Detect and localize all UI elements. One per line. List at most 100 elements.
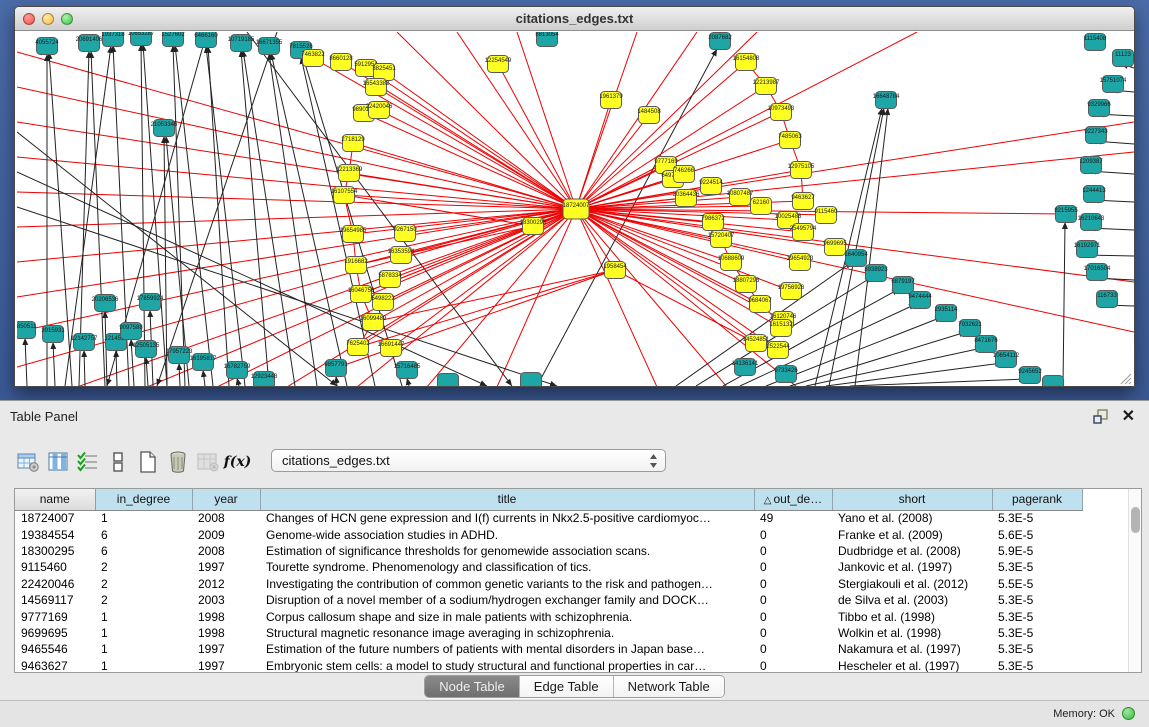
graph-node[interactable]: 7625402 bbox=[346, 339, 370, 356]
graph-node[interactable]: 15716485 bbox=[394, 362, 421, 379]
graph-node[interactable]: 16543382 bbox=[363, 79, 390, 96]
tab-node-table[interactable]: Node Table bbox=[425, 676, 520, 697]
graph-node[interactable]: 12975105 bbox=[788, 162, 815, 179]
network-canvas[interactable]: 4055724 20691406193731810653287 1527602 646… bbox=[17, 32, 1134, 387]
graph-node[interactable]: 10719185 bbox=[228, 35, 255, 52]
graph-node[interactable]: 9463627 bbox=[791, 193, 815, 210]
show-columns-icon[interactable] bbox=[44, 449, 71, 476]
graph-node[interactable]: 8938923 bbox=[864, 265, 888, 282]
graph-node[interactable]: 18300295 bbox=[520, 218, 547, 235]
graph-node[interactable]: 1958454 bbox=[603, 262, 627, 279]
graph-node[interactable] bbox=[438, 374, 459, 388]
graph-node[interactable]: 2087682 bbox=[708, 33, 732, 50]
table-settings-icon[interactable] bbox=[14, 449, 41, 476]
table-row[interactable]: 969969511998Structural magnetic resonanc… bbox=[15, 625, 1082, 641]
new-file-icon[interactable] bbox=[134, 449, 161, 476]
column-header-short[interactable]: short bbox=[832, 489, 992, 510]
column-header-pagerank[interactable]: pagerank bbox=[992, 489, 1082, 510]
graph-node[interactable]: 7463822 bbox=[301, 50, 325, 67]
column-header-name[interactable]: name bbox=[15, 489, 95, 510]
graph-node[interactable]: 1916682 bbox=[344, 257, 368, 274]
graph-node[interactable]: 20364436 bbox=[673, 190, 700, 207]
graph-node[interactable]: 18724007 bbox=[563, 199, 590, 219]
graph-node[interactable]: 8215955 bbox=[1054, 206, 1078, 223]
graph-node[interactable]: 1961379 bbox=[599, 92, 623, 109]
graph-node[interactable]: 5878334 bbox=[378, 271, 402, 288]
graph-node[interactable]: 9684067 bbox=[748, 296, 772, 313]
graph-node[interactable]: 16691447 bbox=[378, 340, 405, 357]
graph-node[interactable]: 17016504 bbox=[1084, 264, 1111, 281]
graph-node[interactable]: 12505135 bbox=[133, 341, 160, 358]
tab-edge-table[interactable]: Edge Table bbox=[520, 676, 614, 697]
graph-node[interactable]: 1209387 bbox=[1079, 157, 1103, 174]
column-header-title[interactable]: title bbox=[260, 489, 754, 510]
graph-node[interactable]: 10973493 bbox=[768, 104, 795, 121]
graph-node[interactable]: 16671355 bbox=[256, 38, 283, 55]
graph-node[interactable]: 9115460 bbox=[815, 207, 839, 224]
graph-node[interactable]: 62160 bbox=[751, 198, 772, 215]
graph-node[interactable]: 12213369 bbox=[336, 165, 363, 182]
graph-node[interactable]: 16648784 bbox=[873, 92, 900, 109]
close-panel-icon[interactable]: ✕ bbox=[1122, 406, 1135, 426]
graph-node[interactable]: 7485063 bbox=[778, 132, 802, 149]
graph-node[interactable]: 15720407 bbox=[708, 231, 735, 248]
delete-icon[interactable] bbox=[164, 449, 191, 476]
graph-node[interactable]: 19654923 bbox=[787, 254, 814, 271]
graph-node[interactable]: 15751074 bbox=[1100, 76, 1127, 93]
graph-node[interactable]: 1640954 bbox=[844, 250, 868, 267]
graph-node[interactable]: 16195817 bbox=[190, 354, 217, 371]
graph-node[interactable]: 2935114 bbox=[935, 305, 959, 322]
rows-icon[interactable] bbox=[104, 449, 131, 476]
graph-node[interactable]: 12142757 bbox=[71, 334, 98, 351]
window-titlebar[interactable]: citations_edges.txt bbox=[15, 7, 1134, 31]
function-builder-icon[interactable]: f(x) bbox=[224, 449, 251, 476]
graph-node[interactable]: 16210643 bbox=[1078, 214, 1105, 231]
graph-node[interactable]: 1937318 bbox=[101, 32, 125, 47]
graph-node[interactable]: 9224514 bbox=[699, 178, 723, 195]
graph-node[interactable]: 19756928 bbox=[778, 283, 805, 300]
graph-node[interactable]: 12254549 bbox=[485, 56, 512, 73]
graph-node[interactable]: 10653287 bbox=[128, 32, 155, 46]
column-checklist-icon[interactable] bbox=[74, 449, 101, 476]
graph-node[interactable]: 9097588 bbox=[119, 323, 143, 340]
graph-node[interactable]: 9474444 bbox=[908, 292, 932, 309]
graph-node[interactable]: 10807487 bbox=[727, 189, 754, 206]
table-row[interactable]: 946554611997Estimation of the future num… bbox=[15, 641, 1082, 657]
graph-node[interactable]: 3915931 bbox=[41, 326, 65, 343]
graph-node[interactable]: 2718129 bbox=[341, 135, 365, 152]
graph-node[interactable]: 6466160 bbox=[194, 32, 218, 48]
graph-node[interactable]: 7986372 bbox=[701, 214, 725, 231]
graph-node[interactable]: 16099489 bbox=[360, 314, 387, 331]
graph-node[interactable]: 1115408 bbox=[1084, 34, 1107, 51]
graph-node[interactable]: 11123 bbox=[1113, 50, 1134, 67]
graph-node[interactable]: 16154808 bbox=[733, 54, 760, 71]
graph-node[interactable]: 9267150 bbox=[393, 225, 417, 242]
float-window-icon[interactable] bbox=[1093, 408, 1109, 424]
graph-node[interactable]: 12213987 bbox=[753, 78, 780, 95]
graph-node[interactable]: 8813054 bbox=[535, 32, 559, 47]
table-row[interactable]: 946362711997Embryonic stem cells: a mode… bbox=[15, 658, 1082, 673]
table-row[interactable]: 2242004622012Investigating the contribut… bbox=[15, 576, 1082, 592]
graph-node[interactable]: 1527602 bbox=[161, 32, 185, 47]
resize-grip-icon[interactable] bbox=[1118, 371, 1132, 385]
column-header-in_degree[interactable]: in_degree bbox=[95, 489, 192, 510]
graph-node[interactable]: 20691406 bbox=[76, 35, 103, 52]
table-row[interactable]: 1938455462009Genome-wide association stu… bbox=[15, 526, 1082, 542]
table-scrollbar[interactable] bbox=[1128, 489, 1141, 672]
graph-node[interactable]: 4055724 bbox=[35, 38, 59, 55]
graph-node[interactable]: 7932621 bbox=[958, 320, 982, 337]
graph-node[interactable]: 2522544 bbox=[766, 342, 790, 359]
table-row[interactable]: 1830029562008Estimation of significance … bbox=[15, 543, 1082, 559]
graph-node[interactable]: 18807293 bbox=[733, 276, 760, 293]
graph-node[interactable]: 9733426 bbox=[774, 366, 798, 383]
tab-network-table[interactable]: Network Table bbox=[614, 676, 724, 697]
network-graph[interactable]: 4055724 20691406193731810653287 1527602 646… bbox=[17, 32, 1134, 387]
graph-node[interactable]: 9227343 bbox=[1084, 127, 1108, 144]
graph-node[interactable]: 17859924 bbox=[137, 294, 164, 311]
graph-node[interactable]: 9329966 bbox=[1087, 100, 1111, 117]
graph-node[interactable]: 12923448 bbox=[251, 372, 278, 388]
graph-node[interactable]: 9857791 bbox=[324, 360, 348, 377]
graph-node[interactable]: 8660128 bbox=[329, 54, 353, 71]
table-row[interactable]: 1872400712008Changes of HCN gene express… bbox=[15, 510, 1082, 526]
graph-node[interactable]: 16192971 bbox=[1074, 241, 1101, 258]
